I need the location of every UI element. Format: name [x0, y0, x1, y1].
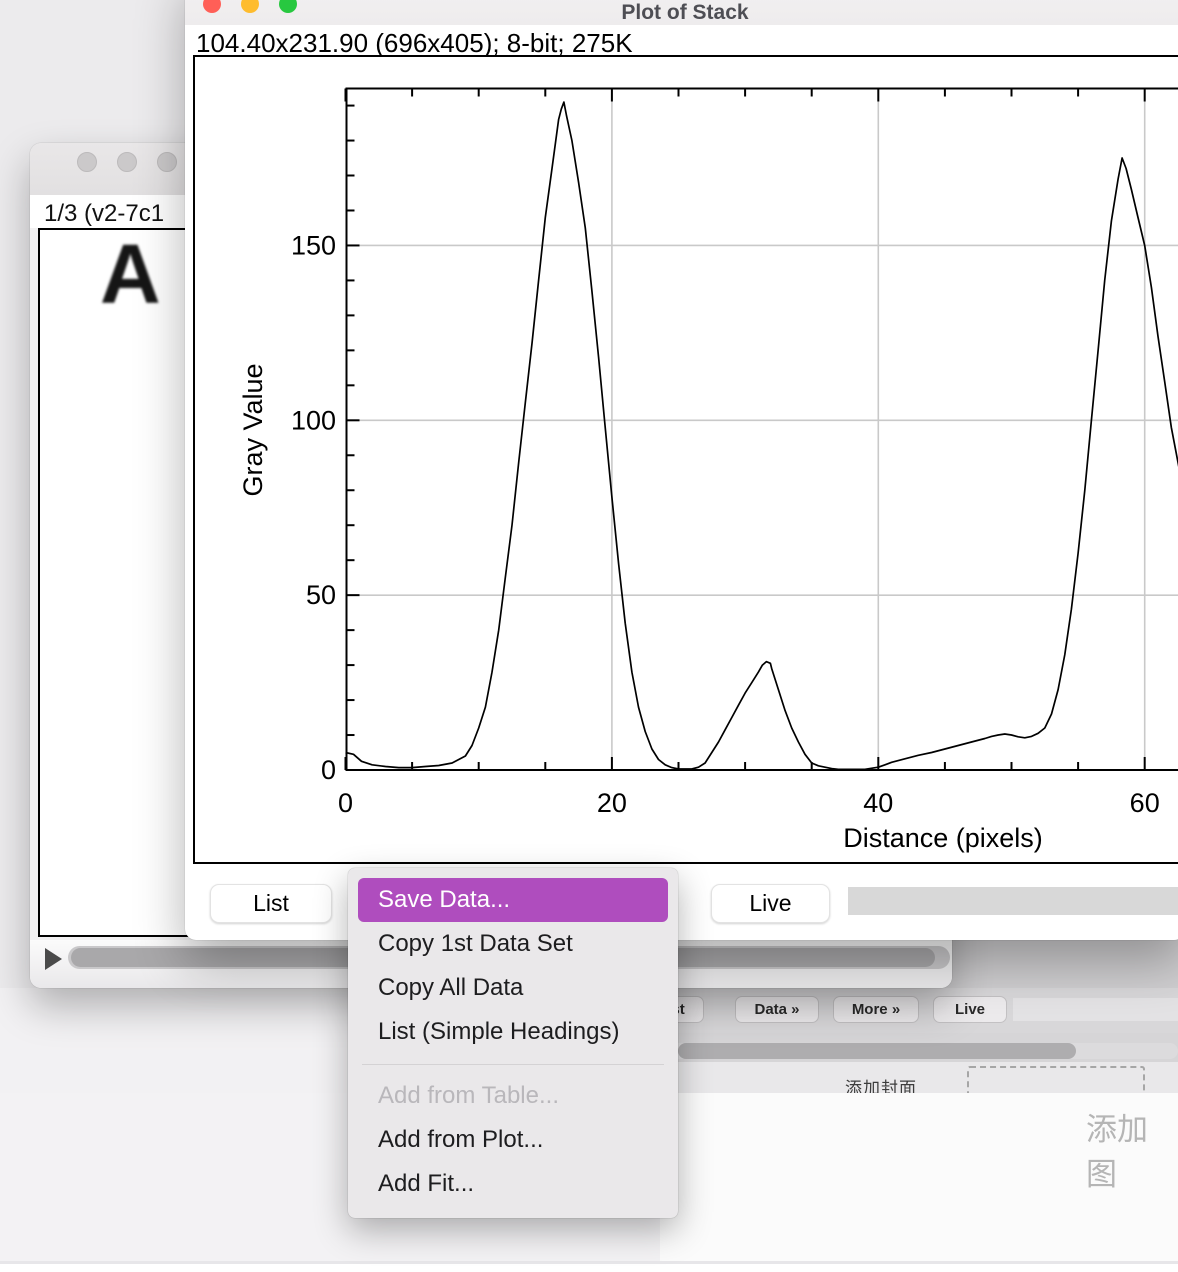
screen: ist Data » More » Live 添加封面 添加图 1/3 (v2-…: [0, 0, 1178, 1272]
plot-window-titlebar[interactable]: Plot of Stack: [185, 0, 1178, 25]
context-menu: Save Data... Copy 1st Data Set Copy All …: [348, 868, 678, 1218]
profile-plot: 0 20 40 60 0 50 100 150 Distance (pixels) Gray Va…: [195, 57, 1178, 862]
menu-item-list-simple-headings[interactable]: List (Simple Headings): [348, 1010, 678, 1054]
x-tick-label: 40: [863, 788, 893, 818]
y-tick-label: 0: [321, 755, 336, 785]
menu-item-add-from-plot[interactable]: Add from Plot...: [348, 1118, 678, 1162]
x-tick-label: 0: [338, 788, 353, 818]
menu-item-add-from-table: Add from Table...: [348, 1074, 678, 1118]
list-button[interactable]: List: [210, 884, 332, 923]
live-progress-track: [848, 887, 1178, 915]
desktop-bottom-strip: [0, 1264, 1178, 1272]
x-tick-label: 60: [1130, 788, 1160, 818]
more-menu-button[interactable]: More »: [833, 996, 919, 1023]
plot-window: Plot of Stack 104.40x231.90 (696x405); 8…: [185, 0, 1178, 940]
menu-item-add-fit[interactable]: Add Fit...: [348, 1162, 678, 1206]
play-icon[interactable]: [45, 948, 62, 970]
zoom-icon[interactable]: [157, 152, 177, 172]
live-button-back[interactable]: Live: [933, 996, 1007, 1023]
add-cover-dashed-box[interactable]: [967, 1066, 1145, 1093]
live-button[interactable]: Live: [711, 884, 830, 923]
plot-frame: [347, 89, 1178, 771]
image-content-letter: A: [100, 228, 161, 323]
y-tick-label: 50: [306, 580, 336, 610]
y-tick-label: 100: [291, 405, 336, 435]
menu-item-save-data[interactable]: Save Data...: [358, 878, 668, 922]
add-image-label: 添加图: [1086, 1104, 1178, 1194]
menu-separator: [362, 1064, 664, 1065]
minimize-icon[interactable]: [117, 152, 137, 172]
x-axis-label: Distance (pixels): [843, 823, 1043, 853]
background-live-track: [1013, 998, 1178, 1021]
background-scrollbar-thumb[interactable]: [678, 1043, 1076, 1059]
menu-item-copy-1st-data-set[interactable]: Copy 1st Data Set: [348, 922, 678, 966]
data-menu-button[interactable]: Data »: [735, 996, 819, 1023]
y-axis-label: Gray Value: [238, 363, 268, 496]
y-tick-label: 150: [291, 230, 336, 260]
add-cover-label: 添加封面: [845, 1074, 917, 1093]
close-icon[interactable]: [77, 152, 97, 172]
series-gray-value-profile: [346, 102, 1178, 769]
plot-button-row: List Live: [185, 864, 1178, 940]
image-slice-info: 1/3 (v2-7c1: [44, 200, 164, 228]
plot-window-title: Plot of Stack: [185, 1, 1178, 25]
menu-item-copy-all-data[interactable]: Copy All Data: [348, 966, 678, 1010]
x-tick-label: 20: [597, 788, 627, 818]
